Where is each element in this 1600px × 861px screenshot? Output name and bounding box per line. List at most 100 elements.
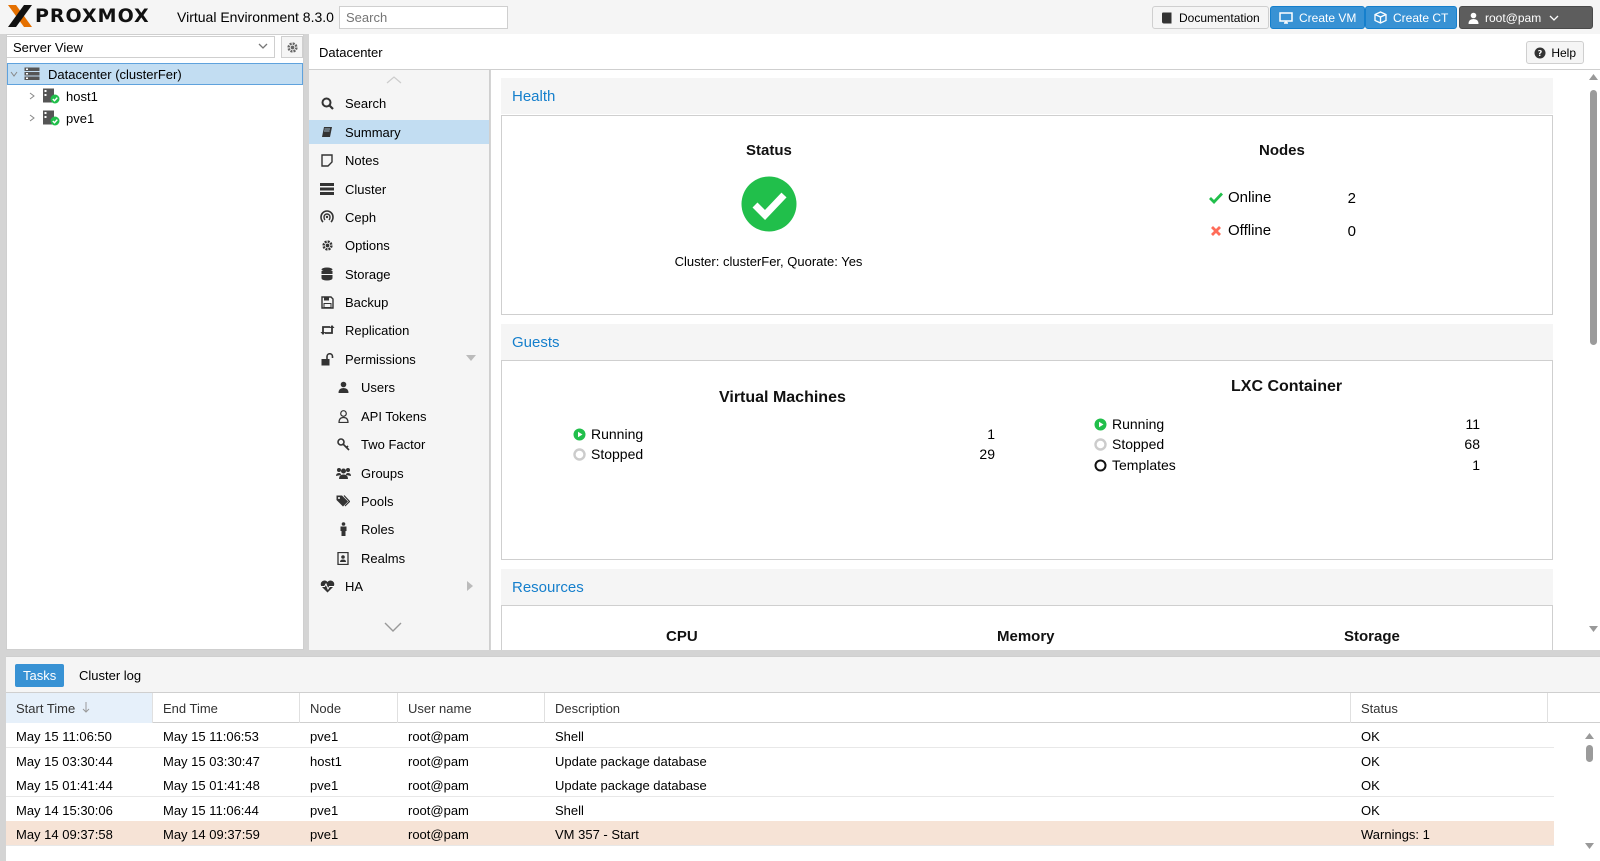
column-label: Start Time [16,701,76,716]
user-menu-button[interactable]: root@pam [1459,6,1593,29]
scroll-up-icon[interactable] [386,76,402,84]
table-row-warning[interactable]: May 14 09:37:58 May 14 09:37:59 pve1 roo… [6,821,1554,846]
scrollbar-thumb[interactable] [1590,90,1597,345]
column-start-time[interactable]: Start Time [6,693,153,723]
nav-item-options[interactable]: Options [309,233,489,257]
help-button[interactable]: ? Help [1526,41,1584,64]
unlock-icon [319,351,335,367]
tree-item-host1[interactable]: host1 [26,85,296,107]
expand-icon[interactable] [26,114,38,122]
view-selector[interactable]: Server View [6,36,275,58]
nav-item-users[interactable]: Users [309,375,489,399]
stop-circle-icon [1092,437,1108,451]
nav-item-replication[interactable]: Replication [309,318,489,342]
lxc-templates-row: Templates [1092,457,1176,473]
nav-item-roles[interactable]: Roles [309,517,489,541]
cell-node: pve1 [310,803,339,818]
create-vm-button[interactable]: Create VM [1270,6,1366,29]
nav-item-permissions[interactable]: Permissions [309,347,489,371]
nav-item-ceph[interactable]: Ceph [309,205,489,229]
summary-scrollbar[interactable] [1588,70,1598,650]
nav-item-label: Search [345,95,387,111]
scrollbar-thumb[interactable] [1586,745,1593,762]
nav-item-groups[interactable]: Groups [309,461,489,485]
user-icon [335,379,351,395]
content-title: Datacenter [319,45,383,60]
cell-node: pve1 [310,778,339,793]
documentation-button[interactable]: Documentation [1152,6,1269,29]
nav-item-pools[interactable]: Pools [309,489,489,513]
tree-item-label: Datacenter (clusterFer) [48,66,182,82]
column-end-time[interactable]: End Time [153,693,300,723]
nav-item-label: Pools [361,493,394,509]
global-search-input[interactable] [339,6,508,29]
column-node[interactable]: Node [300,693,398,723]
scroll-down-icon[interactable] [1585,843,1594,849]
scroll-down-icon[interactable] [1589,626,1598,632]
lxc-running-row: Running [1092,416,1164,432]
guests-panel: Virtual Machines Running 1 Stopped 29 LX… [501,360,1553,560]
cell-description: Shell [555,803,584,818]
tasks-scrollbar[interactable] [1584,729,1594,857]
notes-icon [319,152,335,168]
tree-item-datacenter[interactable]: Datacenter (clusterFer) [7,63,303,85]
nav-item-search[interactable]: Search [309,91,489,115]
logo-text: PROXMOX [35,5,150,27]
nav-item-cluster[interactable]: Cluster [309,177,489,201]
gear-icon [286,41,298,53]
cell-start-time: May 14 15:30:06 [16,803,113,818]
table-row[interactable]: May 15 03:30:44 May 15 03:30:47 host1 ro… [6,748,1554,773]
table-row[interactable]: May 15 11:06:50 May 15 11:06:53 pve1 roo… [6,723,1554,748]
nav-item-ha[interactable]: HA [309,574,489,598]
cell-status: Warnings: 1 [1361,827,1430,842]
nav-item-api-tokens[interactable]: API Tokens [309,404,489,428]
tab-cluster-log[interactable]: Cluster log [71,664,149,687]
top-bar: PROXMOX Virtual Environment 8.3.0 Docume… [0,0,1600,34]
tab-tasks[interactable]: Tasks [15,664,65,687]
collapse-icon[interactable] [8,70,20,78]
scroll-up-icon[interactable] [1585,733,1594,739]
cell-user: root@pam [408,778,469,793]
sort-desc-icon [82,702,90,713]
nav-item-label: Ceph [345,209,377,225]
tree-item-label: host1 [66,88,98,104]
caret-right-icon[interactable] [467,581,473,591]
column-user-name[interactable]: User name [398,693,545,723]
cell-end-time: May 15 01:41:48 [163,778,260,793]
nav-item-two-factor[interactable]: Two Factor [309,432,489,456]
scroll-up-icon[interactable] [1589,74,1598,80]
offline-label: Offline [1228,222,1272,239]
column-description[interactable]: Description [545,693,1351,723]
table-row[interactable]: May 15 01:41:44 May 15 01:41:48 pve1 roo… [6,772,1554,797]
nav-item-storage[interactable]: Storage [309,262,489,286]
tree-item-pve1[interactable]: pve1 [26,107,296,129]
nav-item-summary[interactable]: Summary [309,120,489,144]
vm-heading: Virtual Machines [719,389,846,406]
caret-down-icon[interactable] [466,355,476,361]
lxc-heading: LXC Container [1231,378,1343,395]
gear-icon [319,237,335,253]
table-row[interactable]: May 14 15:30:06 May 15 11:06:44 pve1 roo… [6,797,1554,822]
nav-item-label: Cluster [345,181,387,197]
nodes-heading: Nodes [1259,142,1305,159]
proxmox-logo[interactable]: PROXMOX [7,4,150,28]
lxc-stopped-row: Stopped [1092,436,1164,452]
resources-section-title: Resources [501,569,1553,605]
cell-end-time: May 15 11:06:53 [163,729,259,744]
cell-description: Update package database [555,778,707,793]
nav-item-backup[interactable]: Backup [309,290,489,314]
cell-status: OK [1361,803,1380,818]
book-icon [1162,12,1172,23]
create-ct-button[interactable]: Create CT [1365,6,1458,29]
guests-section-title: Guests [501,324,1553,360]
scroll-down-icon[interactable] [384,622,402,632]
tree-settings-button[interactable] [281,36,303,58]
cell-description: Shell [555,729,584,744]
nav-item-label: Groups [361,465,404,481]
proxmox-x-icon [8,5,32,27]
nav-item-notes[interactable]: Notes [309,148,489,172]
nav-item-realms[interactable]: Realms [309,546,489,570]
expand-icon[interactable] [26,92,38,100]
lxc-templates-count: 1 [1472,457,1480,473]
column-status[interactable]: Status [1351,693,1548,723]
